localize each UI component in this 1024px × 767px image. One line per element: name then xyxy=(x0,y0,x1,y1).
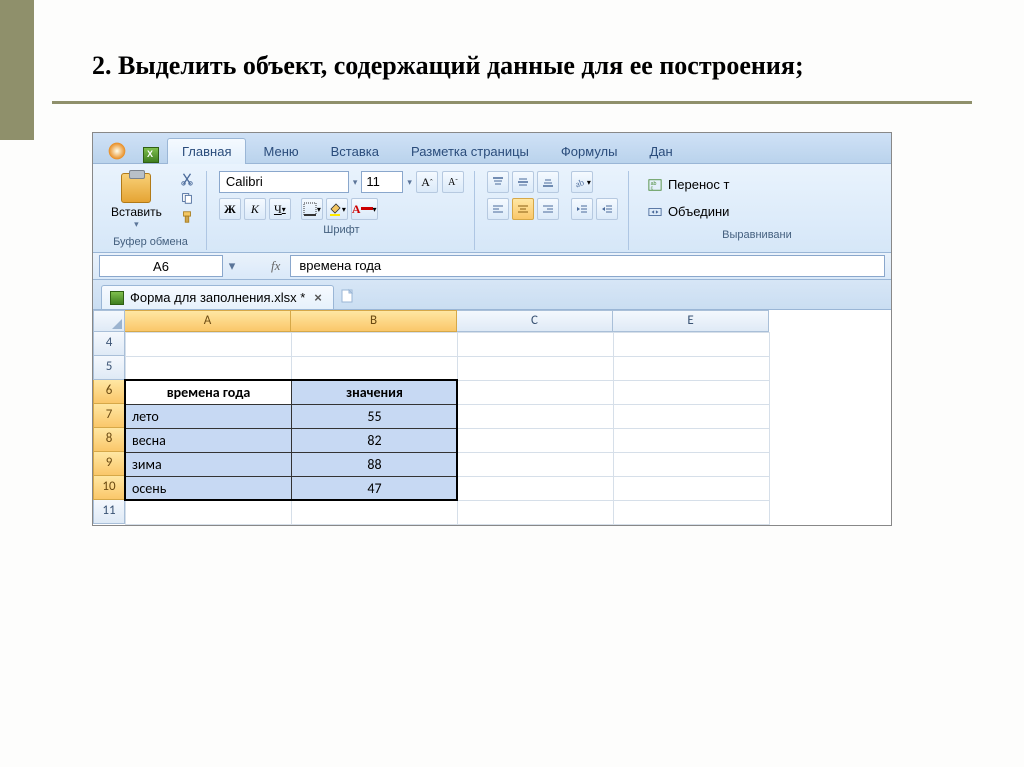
excel-qat-icon xyxy=(143,147,159,163)
row-header-5[interactable]: 5 xyxy=(93,356,125,380)
italic-button[interactable]: К xyxy=(244,198,266,220)
fill-color-button[interactable]: ▾ xyxy=(326,198,348,220)
group-alignment-wrap: abc Перенос т Объедини Выравнивани xyxy=(637,171,883,250)
cell-b8[interactable]: 82 xyxy=(292,429,458,453)
new-document-button[interactable] xyxy=(340,288,356,307)
row-header-6[interactable]: 6 xyxy=(93,380,125,404)
align-middle-button[interactable] xyxy=(512,171,534,193)
group-clipboard: Вставить ▾ Буфе xyxy=(101,171,207,250)
alignment-group-label: Выравнивани xyxy=(641,229,873,243)
align-bottom-button[interactable] xyxy=(537,171,559,193)
wrap-text-button[interactable]: abc Перенос т xyxy=(641,173,873,196)
row-header-4[interactable]: 4 xyxy=(93,332,125,356)
wrap-text-label: Перенос т xyxy=(668,177,730,192)
tab-menu[interactable]: Меню xyxy=(248,138,313,164)
name-box[interactable]: A6 xyxy=(99,255,223,277)
spreadsheet-grid[interactable]: A B C E 4 5 6 7 8 9 10 11 xyxy=(93,310,891,525)
increase-indent-button[interactable] xyxy=(596,198,618,220)
select-all-corner[interactable] xyxy=(93,310,125,332)
col-header-e[interactable]: E xyxy=(613,310,769,332)
excel-window: Главная Меню Вставка Разметка страницы Ф… xyxy=(92,132,892,526)
cell-a6[interactable]: времена года xyxy=(126,381,292,405)
cell-b9[interactable]: 88 xyxy=(292,453,458,477)
row-header-11[interactable]: 11 xyxy=(93,500,125,524)
ribbon-body: Вставить ▾ Буфе xyxy=(93,164,891,253)
tab-insert[interactable]: Вставка xyxy=(316,138,394,164)
document-tab-bar: Форма для заполнения.xlsx * × xyxy=(93,280,891,310)
orientation-button[interactable]: ab▾ xyxy=(571,171,593,193)
copy-button[interactable] xyxy=(178,190,196,206)
cell-a9[interactable]: зима xyxy=(126,453,292,477)
row-header-10[interactable]: 10 xyxy=(93,476,125,500)
border-button[interactable]: ▾ xyxy=(301,198,323,220)
align-left-button[interactable] xyxy=(487,198,509,220)
cell-a10[interactable]: осень xyxy=(126,477,292,501)
col-header-a[interactable]: A xyxy=(125,310,291,332)
cut-button[interactable] xyxy=(178,171,196,187)
grow-font-button[interactable]: Aˆ xyxy=(416,171,438,193)
close-document-button[interactable]: × xyxy=(311,290,325,305)
font-color-button[interactable]: A ▾ xyxy=(351,198,378,220)
merge-center-button[interactable]: Объедини xyxy=(641,200,873,223)
align-right-button[interactable] xyxy=(537,198,559,220)
tab-formulas[interactable]: Формулы xyxy=(546,138,633,164)
group-alignment-icons: ab▾ xyxy=(483,171,629,250)
merge-center-label: Объедини xyxy=(668,204,729,219)
row-header-7[interactable]: 7 xyxy=(93,404,125,428)
bold-button[interactable]: Ж xyxy=(219,198,241,220)
group-font: Calibri ▾ 11 ▾ Aˆ Aˇ Ж К Ч ▾ ▾ xyxy=(215,171,475,250)
clipboard-group-label: Буфер обмена xyxy=(105,236,196,250)
formula-input[interactable]: времена года xyxy=(290,255,885,277)
ribbon-tab-strip: Главная Меню Вставка Разметка страницы Ф… xyxy=(93,133,891,164)
office-button[interactable] xyxy=(99,139,135,163)
formula-bar: A6 ▾ fx времена года xyxy=(93,253,891,280)
paste-button[interactable]: Вставить ▾ xyxy=(105,171,168,232)
font-group-label: Шрифт xyxy=(219,224,464,238)
fx-label[interactable]: fx xyxy=(241,253,290,279)
tab-home[interactable]: Главная xyxy=(167,138,246,164)
clipboard-icon xyxy=(121,173,151,203)
tab-data[interactable]: Дан xyxy=(634,138,687,164)
name-box-dropdown[interactable]: ▾ xyxy=(223,253,241,279)
row-header-8[interactable]: 8 xyxy=(93,428,125,452)
document-name: Форма для заполнения.xlsx * xyxy=(130,290,305,305)
shrink-font-button[interactable]: Aˇ xyxy=(442,171,464,193)
col-header-b[interactable]: B xyxy=(291,310,457,332)
document-tab[interactable]: Форма для заполнения.xlsx * × xyxy=(101,285,334,309)
cell-b7[interactable]: 55 xyxy=(292,405,458,429)
tab-page-layout[interactable]: Разметка страницы xyxy=(396,138,544,164)
cell-a8[interactable]: весна xyxy=(126,429,292,453)
align-center-button[interactable] xyxy=(512,198,534,220)
cell-b10[interactable]: 47 xyxy=(292,477,458,501)
decrease-indent-button[interactable] xyxy=(571,198,593,220)
underline-button[interactable]: Ч ▾ xyxy=(269,198,291,220)
excel-file-icon xyxy=(110,291,124,305)
col-header-c[interactable]: C xyxy=(457,310,613,332)
svg-text:c: c xyxy=(651,185,654,191)
font-size-select[interactable]: 11 xyxy=(361,171,403,193)
row-header-9[interactable]: 9 xyxy=(93,452,125,476)
cell-a7[interactable]: лето xyxy=(126,405,292,429)
svg-text:ab: ab xyxy=(574,177,586,189)
format-painter-button[interactable] xyxy=(178,209,196,225)
title-underline xyxy=(52,101,972,104)
align-top-button[interactable] xyxy=(487,171,509,193)
paste-label: Вставить xyxy=(111,205,162,219)
font-name-select[interactable]: Calibri xyxy=(219,171,349,193)
slide-accent-bar xyxy=(0,0,34,140)
slide-title: 2. Выделить объект, содержащий данные дл… xyxy=(92,48,932,83)
cell-b6[interactable]: значения xyxy=(292,381,458,405)
